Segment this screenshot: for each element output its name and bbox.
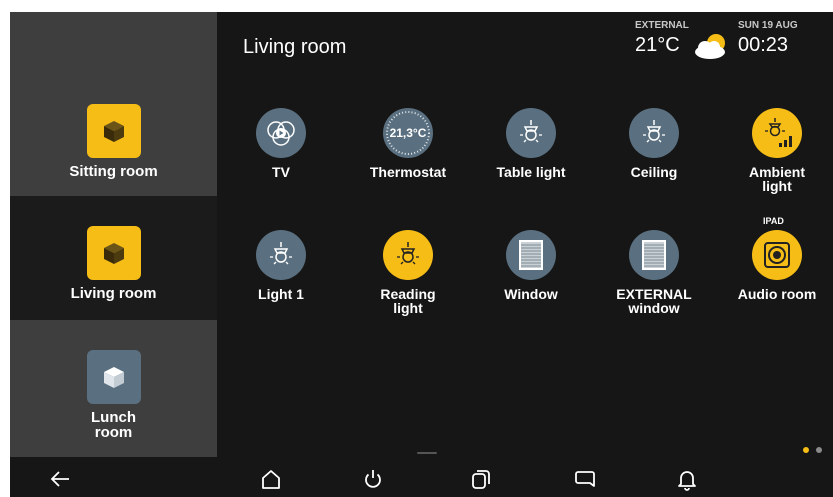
thermostat-icon: 21,3°C bbox=[383, 108, 433, 158]
device-label: Thermostat bbox=[369, 164, 447, 180]
device-label: Window bbox=[504, 286, 558, 302]
device-tag: IPAD bbox=[763, 216, 784, 226]
sidebar-item-sitting-room[interactable]: Sitting room bbox=[10, 74, 217, 196]
speaker-icon bbox=[752, 230, 802, 280]
device-tile-tv[interactable]: TV bbox=[226, 108, 336, 179]
device-label: Ambient light bbox=[749, 164, 805, 194]
lamp-icon bbox=[629, 108, 679, 158]
window-icon bbox=[506, 230, 556, 280]
page-title: Living room bbox=[243, 36, 347, 58]
lamp-icon bbox=[256, 230, 306, 280]
pager-dot[interactable] bbox=[816, 447, 822, 453]
pager-dot-active[interactable] bbox=[803, 447, 809, 453]
thermostat-value: 21,3°C bbox=[389, 126, 427, 140]
device-tile-external-window[interactable]: EXTERNAL window bbox=[599, 230, 709, 315]
device-tile-reading-light[interactable]: Reading light bbox=[353, 230, 463, 315]
bell-icon[interactable] bbox=[675, 467, 699, 496]
dimmer-lamp-icon bbox=[752, 108, 802, 158]
device-tile-thermostat[interactable]: 21,3°C Thermostat bbox=[353, 108, 463, 179]
external-temperature: 21°C bbox=[635, 34, 680, 56]
home-icon[interactable] bbox=[259, 467, 283, 496]
window-icon bbox=[629, 230, 679, 280]
cube-icon bbox=[86, 350, 141, 404]
room-sidebar: Sitting room Living room Lunch room bbox=[10, 12, 217, 497]
sidebar-item-lunch-room[interactable]: Lunch room bbox=[10, 320, 217, 457]
device-label: Table light bbox=[496, 164, 566, 180]
device-tile-window[interactable]: Window bbox=[476, 230, 586, 301]
back-icon[interactable] bbox=[48, 467, 72, 496]
device-tile-ambient-light[interactable]: Ambient light bbox=[722, 108, 832, 193]
device-label: Ceiling bbox=[630, 164, 678, 180]
sidebar-item-label: Sitting room bbox=[69, 163, 158, 180]
device-tile-ceiling[interactable]: Ceiling bbox=[599, 108, 709, 179]
clock-time: 00:23 bbox=[738, 34, 789, 56]
lamp-icon bbox=[506, 108, 556, 158]
device-label: EXTERNAL window bbox=[616, 286, 692, 316]
device-label: Audio room bbox=[737, 286, 817, 302]
lamp-icon bbox=[383, 230, 433, 280]
device-label: Reading light bbox=[380, 286, 436, 316]
device-tile-light-1[interactable]: Light 1 bbox=[226, 230, 336, 301]
device-label: TV bbox=[272, 164, 290, 180]
date-label: SUN 19 AUG bbox=[738, 20, 798, 31]
cube-icon bbox=[86, 226, 141, 280]
page-handle[interactable] bbox=[417, 452, 437, 454]
sidebar-item-label: Lunch room bbox=[91, 409, 136, 441]
power-icon[interactable] bbox=[361, 467, 385, 496]
tv-icon bbox=[256, 108, 306, 158]
app-screen: Sitting room Living room Lunch room Livi… bbox=[10, 12, 833, 497]
device-label: Light 1 bbox=[258, 286, 304, 302]
device-tile-audio-room[interactable]: Audio room bbox=[722, 230, 832, 301]
device-tile-table-light[interactable]: Table light bbox=[476, 108, 586, 179]
sidebar-item-label: Living room bbox=[70, 285, 157, 302]
cube-icon bbox=[86, 104, 141, 158]
sidebar-header bbox=[10, 12, 217, 74]
scenes-icon[interactable] bbox=[469, 467, 493, 496]
partly-cloudy-icon bbox=[692, 30, 732, 67]
external-label: EXTERNAL bbox=[635, 20, 689, 31]
message-icon[interactable] bbox=[573, 467, 597, 496]
sidebar-item-living-room[interactable]: Living room bbox=[10, 196, 217, 320]
